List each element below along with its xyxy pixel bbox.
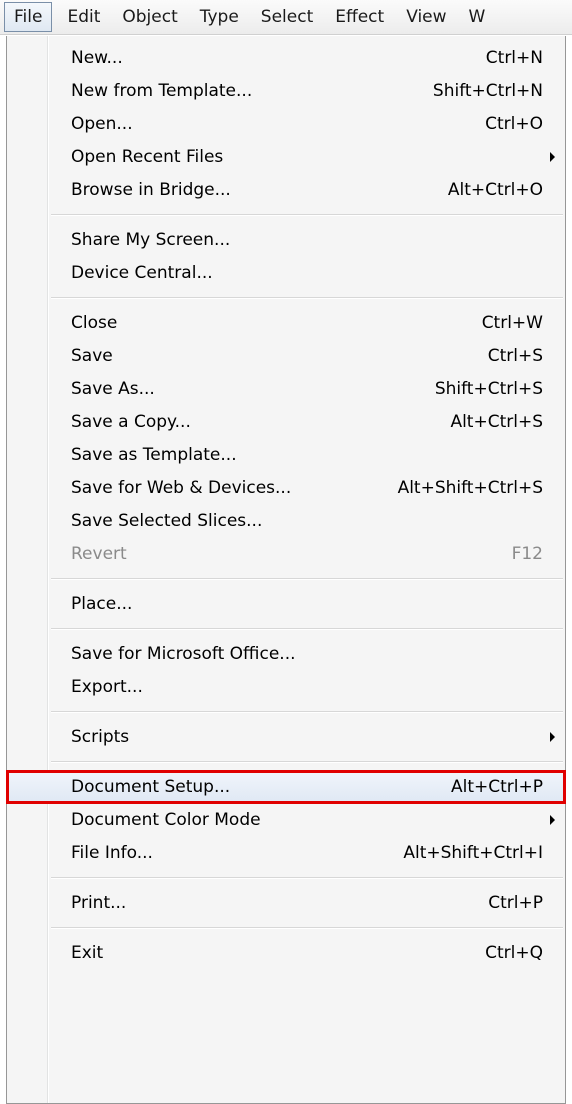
menu-edit[interactable]: Edit bbox=[56, 2, 111, 32]
menu-item-label: Browse in Bridge... bbox=[71, 180, 231, 200]
menu-item-save[interactable]: Save Ctrl+S bbox=[7, 340, 565, 372]
menu-item-save-as-template[interactable]: Save as Template... bbox=[7, 439, 565, 471]
menu-item-shortcut: F12 bbox=[511, 544, 543, 564]
menu-window-truncated[interactable]: W bbox=[458, 2, 497, 32]
menu-item-label: File Info... bbox=[71, 843, 153, 863]
submenu-arrow-icon bbox=[550, 732, 555, 742]
menu-item-place[interactable]: Place... bbox=[7, 588, 565, 620]
menu-item-scripts[interactable]: Scripts bbox=[7, 721, 565, 753]
menu-item-open-recent-files[interactable]: Open Recent Files bbox=[7, 141, 565, 173]
menu-item-save-a-copy[interactable]: Save a Copy... Alt+Ctrl+S bbox=[7, 406, 565, 438]
menu-item-label: Scripts bbox=[71, 727, 130, 747]
menu-item-document-color-mode[interactable]: Document Color Mode bbox=[7, 804, 565, 836]
menu-bar: File Edit Object Type Select Effect View… bbox=[0, 0, 572, 35]
menu-item-shortcut: Ctrl+S bbox=[487, 346, 543, 366]
submenu-arrow-icon bbox=[550, 815, 555, 825]
menu-item-label: Save for Web & Devices... bbox=[71, 478, 292, 498]
menu-effect[interactable]: Effect bbox=[324, 2, 395, 32]
menu-type[interactable]: Type bbox=[189, 2, 250, 32]
menu-item-shortcut: Ctrl+N bbox=[485, 48, 543, 68]
menu-separator bbox=[51, 877, 563, 879]
menu-item-exit[interactable]: Exit Ctrl+Q bbox=[7, 937, 565, 969]
menu-item-label: Exit bbox=[71, 943, 104, 963]
menu-select[interactable]: Select bbox=[250, 2, 324, 32]
menu-item-open[interactable]: Open... Ctrl+O bbox=[7, 108, 565, 140]
menu-item-save-selected-slices[interactable]: Save Selected Slices... bbox=[7, 505, 565, 537]
menu-item-label: New from Template... bbox=[71, 81, 253, 101]
menu-separator bbox=[51, 628, 563, 630]
menu-item-label: Export... bbox=[71, 677, 143, 697]
menu-item-save-for-microsoft-office[interactable]: Save for Microsoft Office... bbox=[7, 638, 565, 670]
menu-item-label: New... bbox=[71, 48, 123, 68]
menu-separator bbox=[51, 927, 563, 929]
menu-item-shortcut: Alt+Ctrl+O bbox=[447, 180, 543, 200]
menu-item-label: Save for Microsoft Office... bbox=[71, 644, 296, 664]
menu-item-shortcut: Alt+Ctrl+S bbox=[450, 412, 543, 432]
menu-item-file-info[interactable]: File Info... Alt+Shift+Ctrl+I bbox=[7, 837, 565, 869]
menu-item-shortcut: Alt+Ctrl+P bbox=[450, 777, 543, 797]
menu-item-label: Place... bbox=[71, 594, 133, 614]
menu-item-shortcut: Ctrl+W bbox=[481, 313, 543, 333]
menu-item-revert: Revert F12 bbox=[7, 538, 565, 570]
menu-item-label: Device Central... bbox=[71, 263, 213, 283]
menu-item-shortcut: Ctrl+P bbox=[488, 893, 543, 913]
menu-item-share-my-screen[interactable]: Share My Screen... bbox=[7, 224, 565, 256]
menu-item-new-from-template[interactable]: New from Template... Shift+Ctrl+N bbox=[7, 75, 565, 107]
menu-separator bbox=[51, 214, 563, 216]
menu-item-save-for-web-devices[interactable]: Save for Web & Devices... Alt+Shift+Ctrl… bbox=[7, 472, 565, 504]
menu-item-label: Save Selected Slices... bbox=[71, 511, 263, 531]
menu-separator bbox=[51, 761, 563, 763]
menu-separator bbox=[51, 711, 563, 713]
menu-view[interactable]: View bbox=[395, 2, 457, 32]
menu-item-label: Close bbox=[71, 313, 118, 333]
menu-item-label: Save As... bbox=[71, 379, 155, 399]
menu-item-label: Open... bbox=[71, 114, 133, 134]
menu-item-print[interactable]: Print... Ctrl+P bbox=[7, 887, 565, 919]
menu-item-label: Save as Template... bbox=[71, 445, 237, 465]
submenu-arrow-icon bbox=[550, 152, 555, 162]
menu-item-label: Document Color Mode bbox=[71, 810, 261, 830]
menu-item-save-as[interactable]: Save As... Shift+Ctrl+S bbox=[7, 373, 565, 405]
menu-item-close[interactable]: Close Ctrl+W bbox=[7, 307, 565, 339]
menu-item-export[interactable]: Export... bbox=[7, 671, 565, 703]
menu-item-browse-in-bridge[interactable]: Browse in Bridge... Alt+Ctrl+O bbox=[7, 174, 565, 206]
menu-item-shortcut: Shift+Ctrl+N bbox=[432, 81, 543, 101]
menu-item-label: Save a Copy... bbox=[71, 412, 191, 432]
menu-item-shortcut: Ctrl+Q bbox=[485, 943, 543, 963]
menu-item-shortcut: Ctrl+O bbox=[485, 114, 543, 134]
menu-item-shortcut: Alt+Shift+Ctrl+I bbox=[403, 843, 543, 863]
menu-item-shortcut: Alt+Shift+Ctrl+S bbox=[397, 478, 543, 498]
menu-item-label: Save bbox=[71, 346, 113, 366]
menu-file[interactable]: File bbox=[4, 2, 53, 32]
menu-item-shortcut: Shift+Ctrl+S bbox=[434, 379, 543, 399]
menu-object[interactable]: Object bbox=[111, 2, 188, 32]
menu-item-document-setup[interactable]: Document Setup... Alt+Ctrl+P bbox=[6, 770, 566, 804]
menu-separator bbox=[51, 297, 563, 299]
menu-item-label: Revert bbox=[71, 544, 127, 564]
menu-item-label: Open Recent Files bbox=[71, 147, 224, 167]
file-menu-dropdown: New... Ctrl+N New from Template... Shift… bbox=[6, 36, 566, 1104]
menu-item-device-central[interactable]: Device Central... bbox=[7, 257, 565, 289]
menu-item-label: Document Setup... bbox=[71, 777, 231, 797]
menu-item-new[interactable]: New... Ctrl+N bbox=[7, 42, 565, 74]
menu-item-label: Print... bbox=[71, 893, 127, 913]
menu-separator bbox=[51, 578, 563, 580]
menu-item-label: Share My Screen... bbox=[71, 230, 231, 250]
